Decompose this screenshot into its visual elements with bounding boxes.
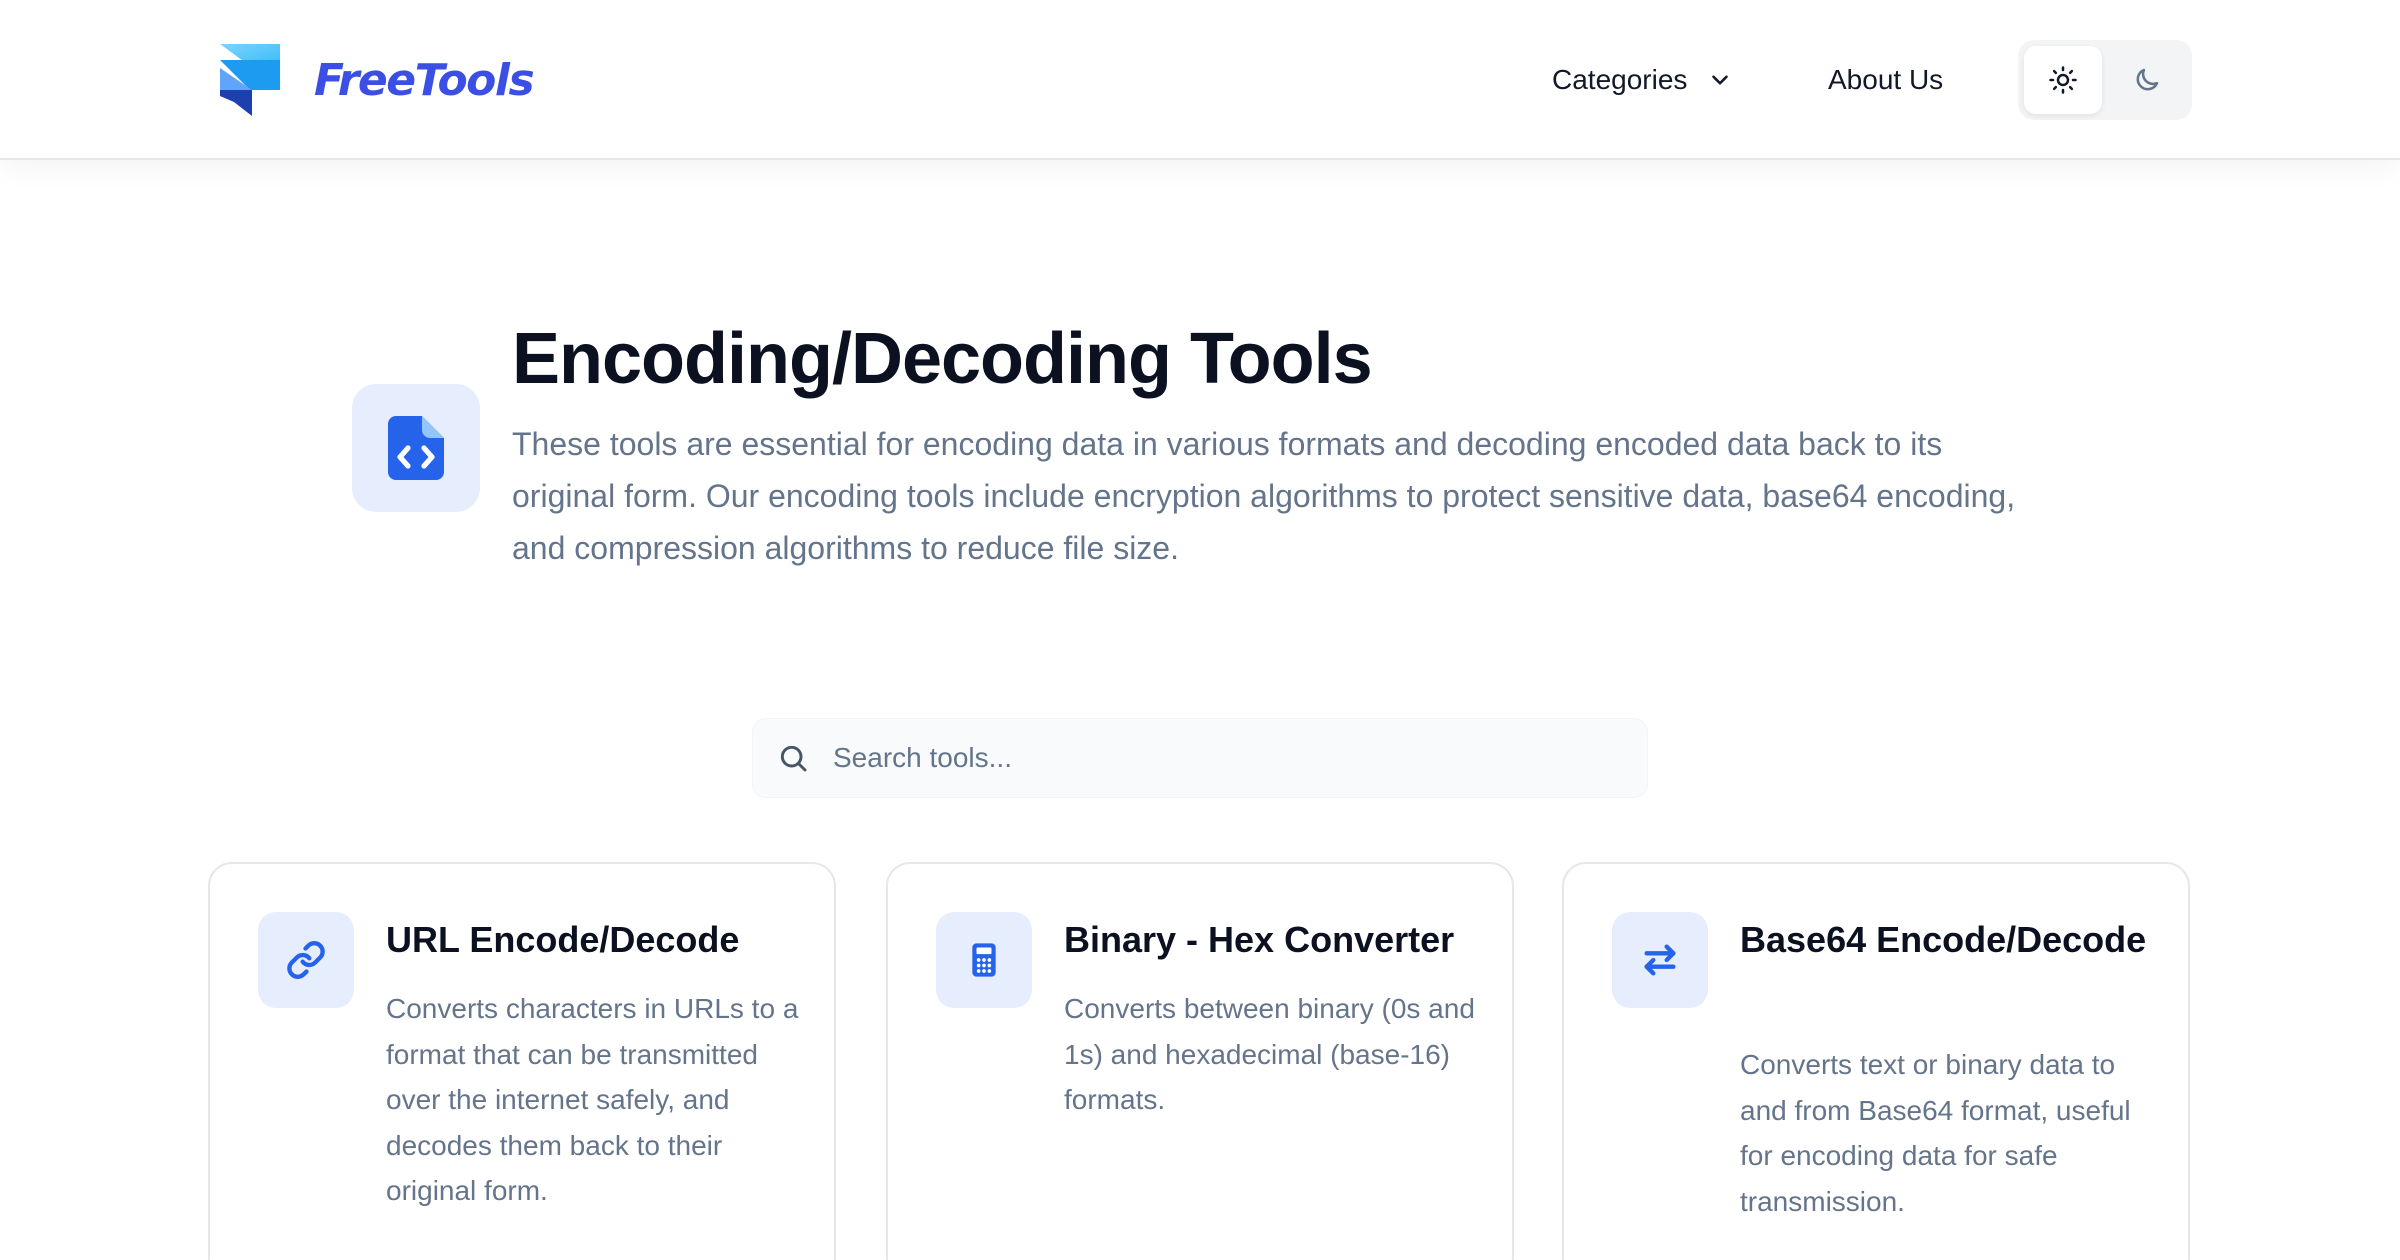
freetools-logo-icon	[220, 44, 280, 116]
site-header: FreeTools Categories About Us	[0, 0, 2400, 160]
card-icon-badge	[1612, 912, 1708, 1008]
tool-card-description: Converts between binary (0s and 1s) and …	[1064, 993, 1475, 1115]
about-us-link[interactable]: About Us	[1828, 64, 1943, 96]
tool-card-description: Converts characters in URLs to a format …	[386, 993, 799, 1206]
tool-card-title: URL Encode/Decode	[386, 919, 740, 960]
dark-theme-button[interactable]	[2108, 46, 2186, 114]
light-theme-button[interactable]	[2024, 46, 2102, 114]
theme-toggle	[2018, 40, 2192, 120]
tool-card-base64[interactable]: Base64 Encode/Decode Converts text or bi…	[1562, 862, 2190, 1260]
link-icon	[287, 941, 325, 979]
arrows-swap-icon	[1644, 944, 1676, 976]
tool-card-title: Binary - Hex Converter	[1064, 919, 1455, 960]
tool-card-binary-hex[interactable]: Binary - Hex Converter Converts between …	[886, 862, 1514, 1260]
calculator-icon	[972, 943, 996, 977]
page-description: These tools are essential for encoding d…	[512, 426, 2016, 566]
tool-card-url-encode[interactable]: URL Encode/Decode Converts characters in…	[208, 862, 836, 1260]
chevron-down-icon	[1712, 75, 1729, 85]
moon-icon	[2136, 68, 2159, 91]
search-input[interactable]	[833, 742, 1613, 774]
categories-label: Categories	[1552, 64, 1688, 95]
search-icon	[780, 745, 807, 772]
page-title: Encoding/Decoding Tools	[512, 319, 1373, 399]
file-code-icon	[388, 416, 444, 480]
card-icon-badge	[936, 912, 1032, 1008]
tool-card-title: Base64 Encode/Decode	[1740, 919, 2147, 960]
hero-icon-badge	[352, 384, 480, 512]
tool-card-description: Converts text or binary data to and from…	[1740, 1049, 2131, 1217]
sun-icon	[2049, 66, 2077, 94]
logo[interactable]: FreeTools	[216, 38, 535, 122]
brand-name: FreeTools	[314, 54, 535, 106]
nav-about: About Us	[1828, 0, 1943, 160]
search-bar	[752, 718, 1648, 798]
categories-dropdown[interactable]: Categories	[1552, 64, 1733, 96]
nav-categories: Categories	[1552, 0, 1733, 160]
card-icon-badge	[258, 912, 354, 1008]
